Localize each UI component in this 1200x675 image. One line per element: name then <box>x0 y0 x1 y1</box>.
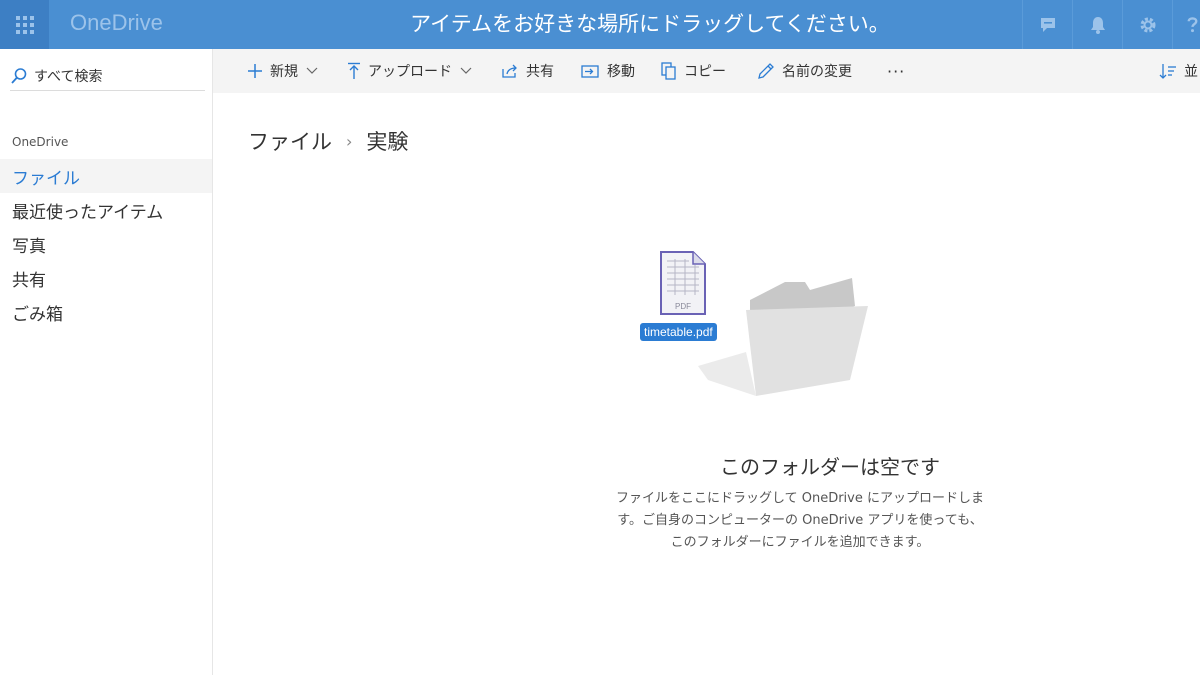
notifications-button[interactable] <box>1072 0 1122 49</box>
new-button[interactable]: 新規 <box>247 49 325 93</box>
rename-label: 名前の変更 <box>782 64 852 80</box>
share-label: 共有 <box>526 64 554 80</box>
more-button[interactable]: ··· <box>887 49 905 93</box>
left-navigation: すべて検索 OneDrive ファイル 最近使ったアイテム 写真 共有 ごみ箱 <box>0 49 213 675</box>
chevron-right-icon: › <box>346 131 353 151</box>
help-button[interactable] <box>1172 0 1200 49</box>
sort-button[interactable]: 並 <box>1159 49 1198 93</box>
top-header: OneDrive アイテムをお好きな場所にドラッグしてください。 <box>0 0 1200 49</box>
nav-item-recent[interactable]: 最近使ったアイテム <box>0 193 212 227</box>
chevron-down-icon <box>306 67 318 74</box>
command-bar: 新規 アップロード 共有 移動 コピー 名前の変更 ··· 並 <box>213 49 1200 93</box>
copy-button[interactable]: コピー <box>661 49 726 93</box>
move-label: 移動 <box>607 64 635 80</box>
pdf-file-icon[interactable]: PDF <box>659 251 707 317</box>
pencil-icon <box>758 63 774 79</box>
breadcrumb-root[interactable]: ファイル <box>248 126 332 156</box>
upload-label: アップロード <box>368 64 452 80</box>
upload-button[interactable]: アップロード <box>347 49 479 93</box>
sort-icon <box>1159 64 1176 79</box>
new-label: 新規 <box>270 64 298 80</box>
breadcrumb-current: 実験 <box>366 130 409 154</box>
pdf-type-label: PDF <box>675 302 691 311</box>
app-launcher-icon <box>15 15 34 34</box>
gear-icon <box>1140 17 1155 32</box>
search-box[interactable]: すべて検索 <box>10 61 205 91</box>
empty-desc-line-3: このフォルダーにファイルを追加できます。 <box>670 535 930 550</box>
sort-label: 並 <box>1184 64 1198 80</box>
move-icon <box>581 65 599 78</box>
plus-icon <box>248 64 262 78</box>
upload-icon <box>348 62 360 79</box>
chat-icon <box>1040 17 1055 32</box>
help-icon <box>1187 16 1198 32</box>
empty-desc-line-2: す。ご自身のコンピューターの OneDrive アプリを使っても、 <box>617 513 983 528</box>
share-button[interactable]: 共有 <box>501 49 554 93</box>
breadcrumb: ファイル › 実験 <box>248 126 408 156</box>
search-label: すべて検索 <box>34 68 103 85</box>
dragged-file-name[interactable]: timetable.pdf <box>640 323 717 341</box>
rename-button[interactable]: 名前の変更 <box>757 49 852 93</box>
chevron-down-icon <box>460 67 472 74</box>
brand-title[interactable]: OneDrive <box>70 10 163 36</box>
bell-icon <box>1090 16 1105 34</box>
nav-item-shared[interactable]: 共有 <box>0 261 212 295</box>
search-icon <box>11 67 27 84</box>
app-launcher-button[interactable] <box>0 0 49 49</box>
copy-icon <box>661 62 676 80</box>
move-button[interactable]: 移動 <box>581 49 635 93</box>
empty-folder-illustration <box>698 278 868 396</box>
nav-section-title: OneDrive <box>12 135 69 149</box>
nav-item-recycle-bin[interactable]: ごみ箱 <box>0 295 212 329</box>
share-icon <box>502 64 517 78</box>
settings-button[interactable] <box>1122 0 1172 49</box>
empty-desc-line-1: ファイルをここにドラッグして OneDrive にアップロードしま <box>615 491 984 506</box>
empty-folder-description: ファイルをここにドラッグして OneDrive にアップロードしま す。ご自身の… <box>590 488 1010 554</box>
empty-folder-title: このフォルダーは空です <box>720 455 940 479</box>
nav-item-files[interactable]: ファイル <box>0 159 212 193</box>
nav-item-photos[interactable]: 写真 <box>0 227 212 261</box>
drag-instruction-banner: アイテムをお好きな場所にドラッグしてください。 <box>410 12 890 36</box>
nav-list: ファイル 最近使ったアイテム 写真 共有 ごみ箱 <box>0 159 212 329</box>
chat-button[interactable] <box>1022 0 1072 49</box>
copy-label: コピー <box>684 64 726 80</box>
